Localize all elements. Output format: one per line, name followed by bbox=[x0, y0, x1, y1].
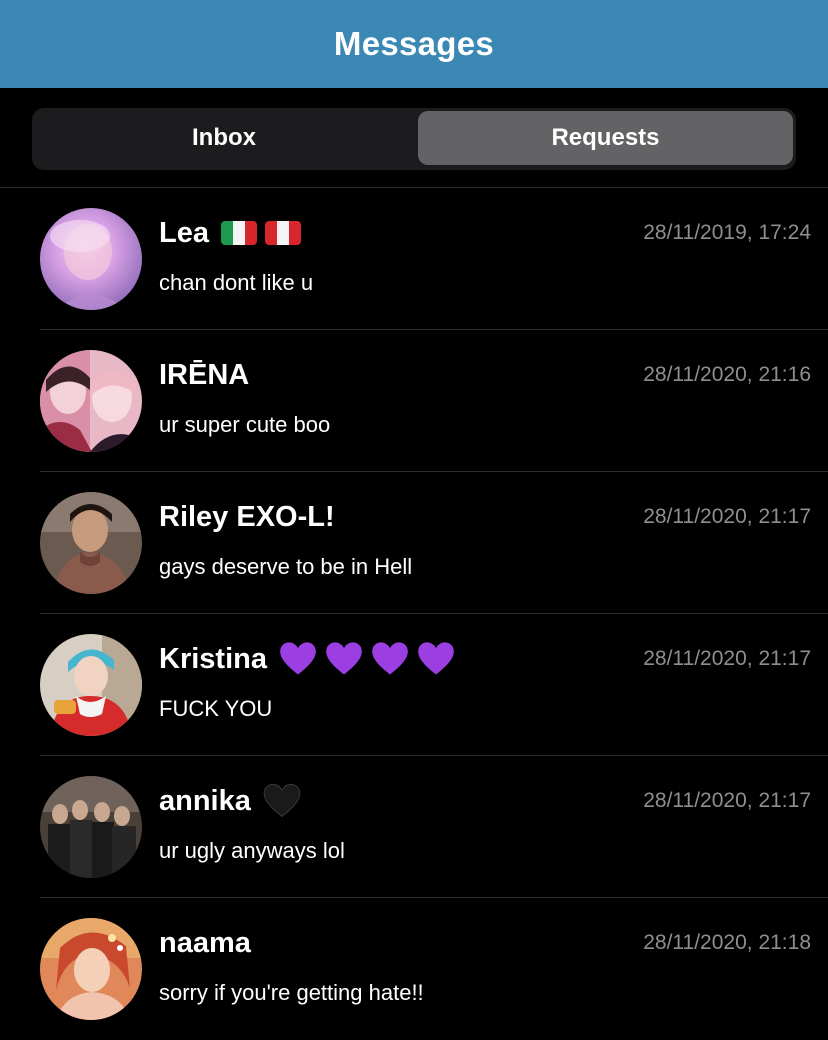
sender-name: annika bbox=[159, 784, 251, 817]
sender-name: IRĒNA bbox=[159, 358, 250, 391]
avatar[interactable] bbox=[40, 492, 142, 594]
sender-name: Lea bbox=[159, 216, 209, 249]
conversation-row-irena[interactable]: IRĒNA 28/11/2020, 21:16 ur super cute bo… bbox=[0, 330, 828, 472]
conversation-row-riley[interactable]: Riley EXO-L! 28/11/2020, 21:17 gays dese… bbox=[0, 472, 828, 614]
name-emojis bbox=[220, 221, 309, 245]
flag-peru-icon bbox=[264, 221, 301, 245]
purple-heart-icon bbox=[418, 642, 454, 675]
message-preview: ur super cute boo bbox=[159, 412, 331, 437]
sender-name: Kristina bbox=[159, 642, 267, 675]
conversation-row-annika[interactable]: annika 28/11/2020, 21:17 ur ugly anyways… bbox=[0, 756, 828, 898]
conversation-row-lea[interactable]: Lea 28/11/2019, 17:24 chan dont like u bbox=[0, 188, 828, 330]
purple-heart-icon bbox=[280, 642, 316, 675]
inbox-requests-segmented-control: Inbox Requests bbox=[32, 108, 796, 170]
conversation-list: Lea 28/11/2019, 17:24 chan dont like u I… bbox=[0, 188, 828, 1040]
purple-heart-icon bbox=[372, 642, 408, 675]
message-timestamp: 28/11/2020, 21:17 bbox=[643, 789, 811, 812]
page-title: Messages bbox=[333, 25, 495, 62]
message-timestamp: 28/11/2020, 21:17 bbox=[643, 505, 811, 528]
message-timestamp: 28/11/2020, 21:17 bbox=[643, 647, 811, 670]
sender-name: Riley EXO-L! bbox=[159, 500, 335, 533]
message-preview: sorry if you're getting hate!! bbox=[159, 980, 424, 1005]
purple-heart-icon bbox=[326, 642, 362, 675]
message-preview: FUCK YOU bbox=[159, 696, 273, 721]
black-heart-icon bbox=[263, 783, 301, 818]
message-preview: ur ugly anyways lol bbox=[159, 838, 345, 863]
avatar[interactable] bbox=[40, 776, 142, 878]
message-timestamp: 28/11/2020, 21:18 bbox=[643, 931, 811, 954]
name-emojis bbox=[263, 782, 309, 820]
message-preview: gays deserve to be in Hell bbox=[159, 554, 413, 579]
sender-name: naama bbox=[159, 926, 251, 959]
name-emojis bbox=[279, 640, 463, 678]
tab-inbox[interactable]: Inbox bbox=[35, 111, 413, 165]
avatar[interactable] bbox=[40, 634, 142, 736]
message-timestamp: 28/11/2020, 21:16 bbox=[643, 363, 811, 386]
tab-requests[interactable]: Requests bbox=[418, 111, 793, 165]
conversation-row-naama[interactable]: naama 28/11/2020, 21:18 sorry if you're … bbox=[0, 898, 828, 1040]
flag-italy-icon bbox=[220, 221, 257, 245]
message-timestamp: 28/11/2019, 17:24 bbox=[643, 221, 811, 244]
avatar[interactable] bbox=[40, 350, 142, 452]
message-preview: chan dont like u bbox=[159, 270, 314, 295]
header-bar: Messages bbox=[0, 0, 828, 88]
avatar[interactable] bbox=[40, 208, 142, 310]
conversation-row-kristina[interactable]: Kristina 28/11/2020, 21:17 FUCK YOU bbox=[0, 614, 828, 756]
avatar[interactable] bbox=[40, 918, 142, 1020]
